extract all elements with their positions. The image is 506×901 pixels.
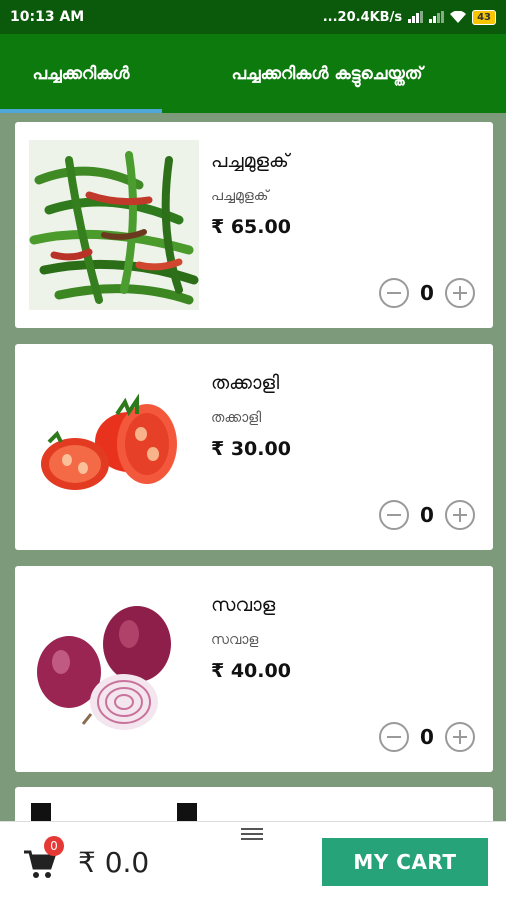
minus-button[interactable] <box>379 278 409 308</box>
cart-count-badge: 0 <box>44 836 64 856</box>
status-time: 10:13 AM <box>10 9 85 25</box>
quantity-value: 0 <box>420 281 434 305</box>
cart-bar: 0 ₹ 0.0 MY CART <box>0 821 506 901</box>
tab-cut-vegetables[interactable]: പച്ചക്കറികൾ കട്ടുചെയ്തത് <box>172 34 482 113</box>
product-name: സവാള <box>211 594 276 616</box>
drag-handle-icon[interactable] <box>241 828 263 843</box>
product-subtitle: തക്കാളി <box>211 410 262 426</box>
product-image <box>177 803 197 821</box>
product-name: പച്ചമുളക് <box>211 150 289 172</box>
signal-icon <box>429 11 445 23</box>
product-card[interactable]: പച്ചമുളക് പച്ചമുളക് ₹ 65.00 0 <box>15 122 493 328</box>
product-card[interactable]: സവാള സവാള ₹ 40.00 0 <box>15 566 493 772</box>
tab-vegetables[interactable]: പച്ചക്കറികൾ <box>0 34 162 113</box>
minus-button[interactable] <box>379 500 409 530</box>
cart-total: ₹ 0.0 <box>78 846 150 879</box>
status-bar: 10:13 AM ...20.4KB/s 43 <box>0 0 506 34</box>
my-cart-button[interactable]: MY CART <box>322 838 488 886</box>
status-icons: ...20.4KB/s 43 <box>322 9 496 25</box>
product-image <box>29 362 199 532</box>
product-image <box>29 140 199 310</box>
wifi-icon <box>450 11 467 23</box>
plus-button[interactable] <box>445 722 475 752</box>
product-price: ₹ 65.00 <box>211 216 291 238</box>
product-price: ₹ 30.00 <box>211 438 291 460</box>
minus-button[interactable] <box>379 722 409 752</box>
quantity-stepper: 0 <box>379 278 475 308</box>
product-name: തക്കാളി <box>211 372 280 394</box>
product-list[interactable]: പച്ചമുളക് പച്ചമുളക് ₹ 65.00 0 തക്കാളി തക… <box>0 113 506 821</box>
product-card[interactable] <box>15 787 493 821</box>
product-subtitle: സവാള <box>211 632 259 648</box>
quantity-stepper: 0 <box>379 500 475 530</box>
product-image <box>31 803 51 821</box>
product-image <box>29 584 199 754</box>
quantity-stepper: 0 <box>379 722 475 752</box>
plus-button[interactable] <box>445 500 475 530</box>
tab-bar: പച്ചക്കറികൾ പച്ചക്കറികൾ കട്ടുചെയ്തത് <box>0 34 506 113</box>
signal-icon <box>408 11 424 23</box>
plus-button[interactable] <box>445 278 475 308</box>
quantity-value: 0 <box>420 725 434 749</box>
battery-icon: 43 <box>472 9 496 25</box>
product-subtitle: പച്ചമുളക് <box>211 188 269 204</box>
product-card[interactable]: തക്കാളി തക്കാളി ₹ 30.00 0 <box>15 344 493 550</box>
product-price: ₹ 40.00 <box>211 660 291 682</box>
quantity-value: 0 <box>420 503 434 527</box>
network-speed: ...20.4KB/s <box>322 9 403 25</box>
